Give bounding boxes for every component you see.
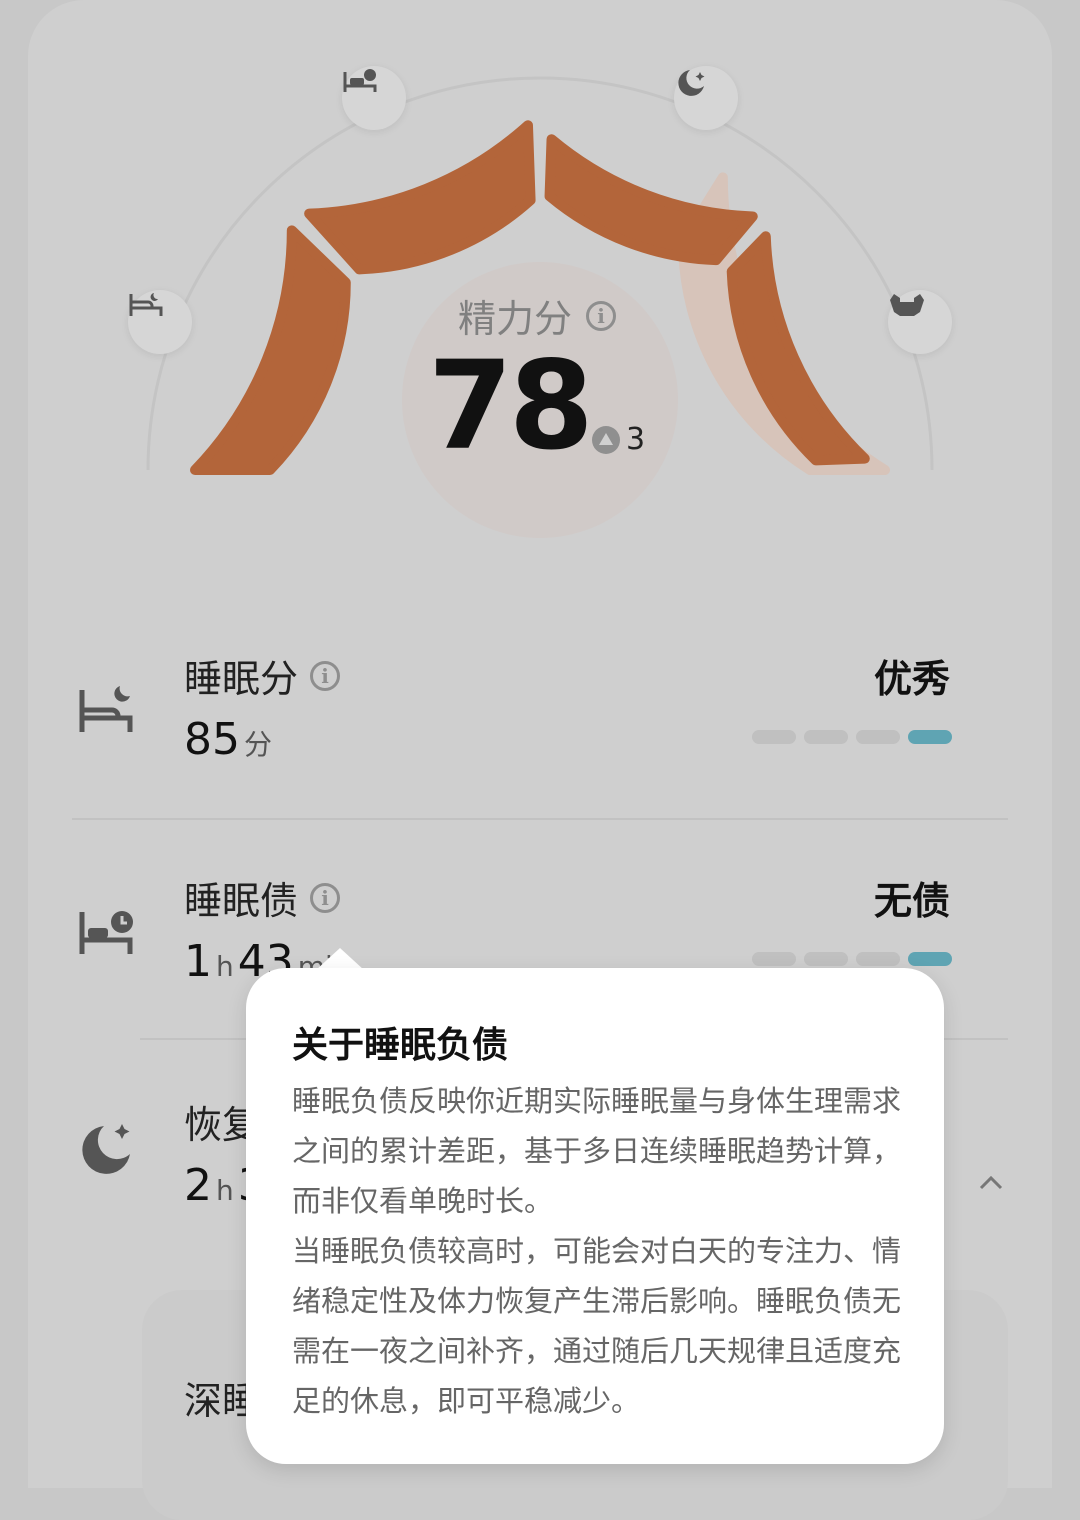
sleep-score-unit: 分	[244, 728, 273, 761]
sleep-score-number: 85	[184, 714, 240, 765]
tooltip-body: 睡眠负债反映你近期实际睡眠量与身体生理需求之间的累计差距，基于多日连续睡眠趋势计…	[292, 1076, 912, 1426]
delta-value: 3	[626, 422, 646, 457]
level-bar	[856, 730, 900, 744]
arrow-up-icon	[592, 425, 620, 454]
bed-clock-icon	[79, 911, 133, 954]
moon-star-icon	[674, 66, 738, 130]
level-bar-active	[908, 730, 952, 744]
tooltip-title: 关于睡眠负债	[292, 1025, 509, 1066]
sleep-score-title: 睡眠分 i	[184, 648, 341, 703]
energy-gauge: 精力分 i 78 3	[0, 0, 1080, 600]
info-icon[interactable]: i	[586, 300, 617, 331]
debt-hours-unit: h	[216, 950, 234, 983]
sleep-score-label: 睡眠分	[184, 657, 299, 701]
sleep-debt-status: 无债	[873, 879, 950, 923]
gauge-segment	[304, 120, 536, 275]
tooltip-paragraph-2: 当睡眠负债较高时，可能会对白天的专注力、情绪稳定性及体力恢复产生滞后影响。睡眠负…	[292, 1234, 902, 1418]
tooltip-paragraph-1: 睡眠负债反映你近期实际睡眠量与身体生理需求之间的累计差距，基于多日连续睡眠趋势计…	[292, 1084, 902, 1218]
chevron-up-icon[interactable]	[978, 1170, 1004, 1196]
sleep-debt-tooltip[interactable]: 关于睡眠负债 睡眠负债反映你近期实际睡眠量与身体生理需求之间的累计差距，基于多日…	[246, 968, 944, 1464]
bed-moon-icon	[79, 686, 133, 732]
sleep-debt-label: 睡眠债	[184, 879, 299, 923]
sleep-score-status: 优秀	[873, 657, 950, 701]
popup-arrow	[316, 948, 364, 970]
info-icon[interactable]: i	[310, 882, 341, 913]
level-bar	[752, 952, 796, 966]
divider	[72, 818, 1008, 820]
score-delta: 3	[592, 422, 645, 457]
muscle-icon	[888, 290, 952, 354]
level-bar	[804, 730, 848, 744]
energy-score: 78	[428, 335, 594, 477]
bed-icon	[128, 290, 192, 354]
bed-sleep-icon	[342, 66, 406, 130]
sleep-debt-level	[752, 952, 952, 966]
gauge-segment	[190, 225, 351, 475]
info-icon[interactable]: i	[310, 660, 341, 691]
debt-hours: 1	[184, 936, 212, 987]
level-bar	[752, 730, 796, 744]
moon-star-icon	[82, 1124, 130, 1174]
recovery-hours: 2	[184, 1160, 212, 1211]
sleep-debt-title: 睡眠债 i	[184, 870, 341, 925]
sleep-score-value: 85 分	[184, 714, 276, 765]
level-bar-active	[908, 952, 952, 966]
level-bar	[804, 952, 848, 966]
recovery-hours-unit: h	[216, 1174, 234, 1207]
level-bar	[856, 952, 900, 966]
sleep-score-level	[752, 730, 952, 744]
